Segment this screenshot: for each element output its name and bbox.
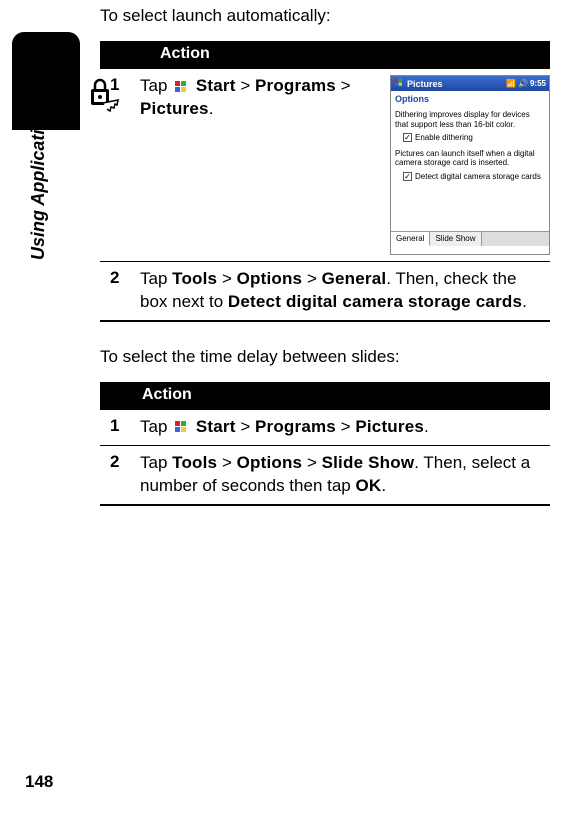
action-header-1: Action: [100, 41, 550, 69]
step-number: 2: [100, 268, 140, 314]
signal-icon: 📶: [506, 79, 516, 88]
device-screenshot: Pictures 📶 🔊 9:55 Options Dithering impr…: [390, 75, 550, 255]
ss-text2: Pictures can launch itself when a digita…: [395, 149, 545, 168]
action-header-2: Action: [100, 382, 550, 410]
ss-options-label: Options: [391, 91, 549, 107]
intro-text-2: To select the time delay between slides:: [100, 347, 550, 367]
checkbox-icon: ✓: [403, 172, 412, 181]
section-label: Using Applications: [28, 98, 49, 260]
checkbox-icon: ✓: [403, 133, 412, 142]
windows-flag-icon: [174, 420, 189, 434]
ss-time: 9:55: [530, 79, 546, 88]
windows-flag-icon: [174, 80, 189, 94]
step-number: 1: [100, 75, 140, 255]
step-number: 2: [100, 452, 140, 498]
windows-flag-icon: [394, 78, 404, 89]
ss-tab-general: General: [391, 232, 430, 246]
ss-check1-label: Enable dithering: [415, 133, 473, 143]
ss-title: Pictures: [407, 79, 443, 89]
page-number: 148: [25, 772, 53, 792]
section2-step1: 1 Tap Start > Programs > Pictures.: [100, 410, 550, 446]
section2-step2: 2 Tap Tools > Options > Slide Show. Then…: [100, 446, 550, 506]
ss-tab-slideshow: Slide Show: [430, 232, 481, 246]
sound-icon: 🔊: [518, 79, 528, 88]
step-text: Tap Start > Programs > Pictures.: [140, 416, 550, 439]
step-text: Tap Start > Programs > Pictures.: [140, 75, 384, 255]
step-text: Tap Tools > Options > Slide Show. Then, …: [140, 452, 550, 498]
step-text: Tap Tools > Options > General. Then, che…: [140, 268, 550, 314]
step-number: 1: [100, 416, 140, 439]
section1-step2: 2 Tap Tools > Options > General. Then, c…: [100, 262, 550, 322]
intro-text-1: To select launch automatically:: [100, 6, 550, 26]
section1-step1: 1 Tap Start > Programs > Pictures. Pictu…: [100, 69, 550, 262]
ss-check2-label: Detect digital camera storage cards: [415, 172, 541, 182]
ss-text1: Dithering improves display for devices t…: [395, 110, 545, 129]
